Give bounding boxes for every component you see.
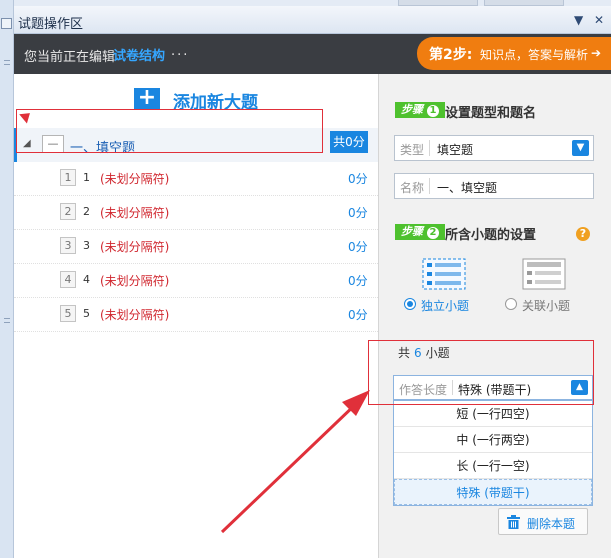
editing-dots: ... (171, 44, 190, 59)
question-score: 0分 (348, 274, 368, 288)
question-row[interactable]: 4 4 (未划分隔符) 0分 (14, 264, 378, 298)
strip-tick (4, 60, 10, 61)
question-score: 0分 (348, 308, 368, 322)
step1-badge-number: 1 (427, 105, 439, 117)
strip-tick (4, 64, 10, 65)
step1-badge: 步骤 1 (395, 102, 445, 118)
independent-radio-label[interactable]: 独立小题 (421, 297, 469, 314)
highlight-box-answer (368, 340, 594, 405)
question-row[interactable]: 2 2 (未划分隔符) 0分 (14, 196, 378, 230)
type-value: 填空题 (437, 143, 474, 157)
separator-status: (未划分隔符) (100, 206, 170, 220)
step1-badge-text: 步骤 (401, 103, 423, 116)
name-field[interactable]: 名称 一、填空题 (394, 173, 594, 199)
question-index-box: 3 (60, 237, 76, 254)
editing-text: 您当前正在编辑 (24, 50, 116, 65)
next-step-button[interactable]: 第2步: 知识点，答案与解析 ➔ (417, 37, 611, 70)
name-label: 名称 (400, 181, 425, 195)
question-index-box: 4 (60, 271, 76, 288)
field-divider (429, 140, 430, 156)
help-icon[interactable]: ? (576, 227, 590, 241)
plus-icon[interactable]: + (134, 87, 160, 110)
option-medium[interactable]: 中 (一行两空) (394, 427, 592, 453)
panel-menu-icon[interactable] (1, 18, 12, 29)
question-number: 3 (83, 239, 90, 252)
linked-layout-icon[interactable] (522, 258, 566, 290)
option-special[interactable]: 特殊 (带题干) (394, 479, 592, 505)
step2-badge-text: 步骤 (401, 225, 423, 238)
step2-badge-number: 2 (427, 227, 439, 239)
independent-radio[interactable] (404, 298, 416, 310)
chevron-down-icon[interactable]: ▼ (572, 140, 589, 156)
separator-status: (未划分隔符) (100, 172, 170, 186)
answer-length-dropdown: 短 (一行四空) 中 (一行两空) 长 (一行一空) 特殊 (带题干) (393, 400, 593, 506)
close-icon[interactable]: ✕ (594, 13, 604, 27)
step2-badge: 步骤 2 (395, 224, 445, 240)
pin-dropdown-icon[interactable]: ▼ (574, 13, 583, 27)
question-number: 4 (83, 273, 90, 286)
trash-icon (507, 515, 520, 529)
question-score: 0分 (348, 172, 368, 186)
question-score: 0分 (348, 206, 368, 220)
question-index-box: 5 (60, 305, 76, 322)
option-long[interactable]: 长 (一行一空) (394, 453, 592, 479)
question-row[interactable]: 1 1 (未划分隔符) 0分 (14, 162, 378, 196)
step2-heading: 所含小题的设置 (445, 228, 537, 243)
panel-title: 试题操作区 (18, 17, 84, 32)
type-select[interactable]: 类型 填空题 ▼ (394, 135, 594, 161)
outer-left-strip (0, 0, 14, 558)
edit-status-bar: 您当前正在编辑 试卷结构 ... 第2步: 知识点，答案与解析 ➔ (14, 34, 611, 74)
linked-radio[interactable] (505, 298, 517, 310)
highlight-box-section (16, 109, 323, 153)
panel-title-bar: 试题操作区 ▼ ✕ (14, 6, 611, 34)
separator-status: (未划分隔符) (100, 240, 170, 254)
question-number: 1 (83, 171, 90, 184)
name-value: 一、填空题 (437, 181, 498, 195)
question-score: 0分 (348, 240, 368, 254)
step-number-label: 第2步: (429, 47, 473, 63)
type-label: 类型 (400, 143, 425, 157)
question-index-box: 1 (60, 169, 76, 186)
delete-question-button[interactable]: 删除本题 (498, 508, 588, 535)
separator-status: (未划分隔符) (100, 308, 170, 322)
question-row[interactable]: 3 3 (未划分隔符) 0分 (14, 230, 378, 264)
section-score-badge: 共0分 (330, 131, 368, 153)
independent-layout-icon[interactable] (422, 258, 466, 290)
question-number: 2 (83, 205, 90, 218)
question-row[interactable]: 5 5 (未划分隔符) 0分 (14, 298, 378, 332)
strip-tick (4, 318, 10, 319)
linked-radio-label[interactable]: 关联小题 (522, 297, 570, 314)
question-index-box: 2 (60, 203, 76, 220)
separator-status: (未划分隔符) (100, 274, 170, 288)
question-number: 5 (83, 307, 90, 320)
structure-link[interactable]: 试卷结构 (113, 45, 165, 64)
step-description: 知识点，答案与解析 (480, 48, 589, 62)
field-divider (429, 178, 430, 194)
strip-tick (4, 322, 10, 323)
arrow-right-icon: ➔ (591, 46, 602, 60)
delete-label: 删除本题 (527, 517, 576, 531)
step1-heading: 设置题型和题名 (445, 106, 537, 121)
